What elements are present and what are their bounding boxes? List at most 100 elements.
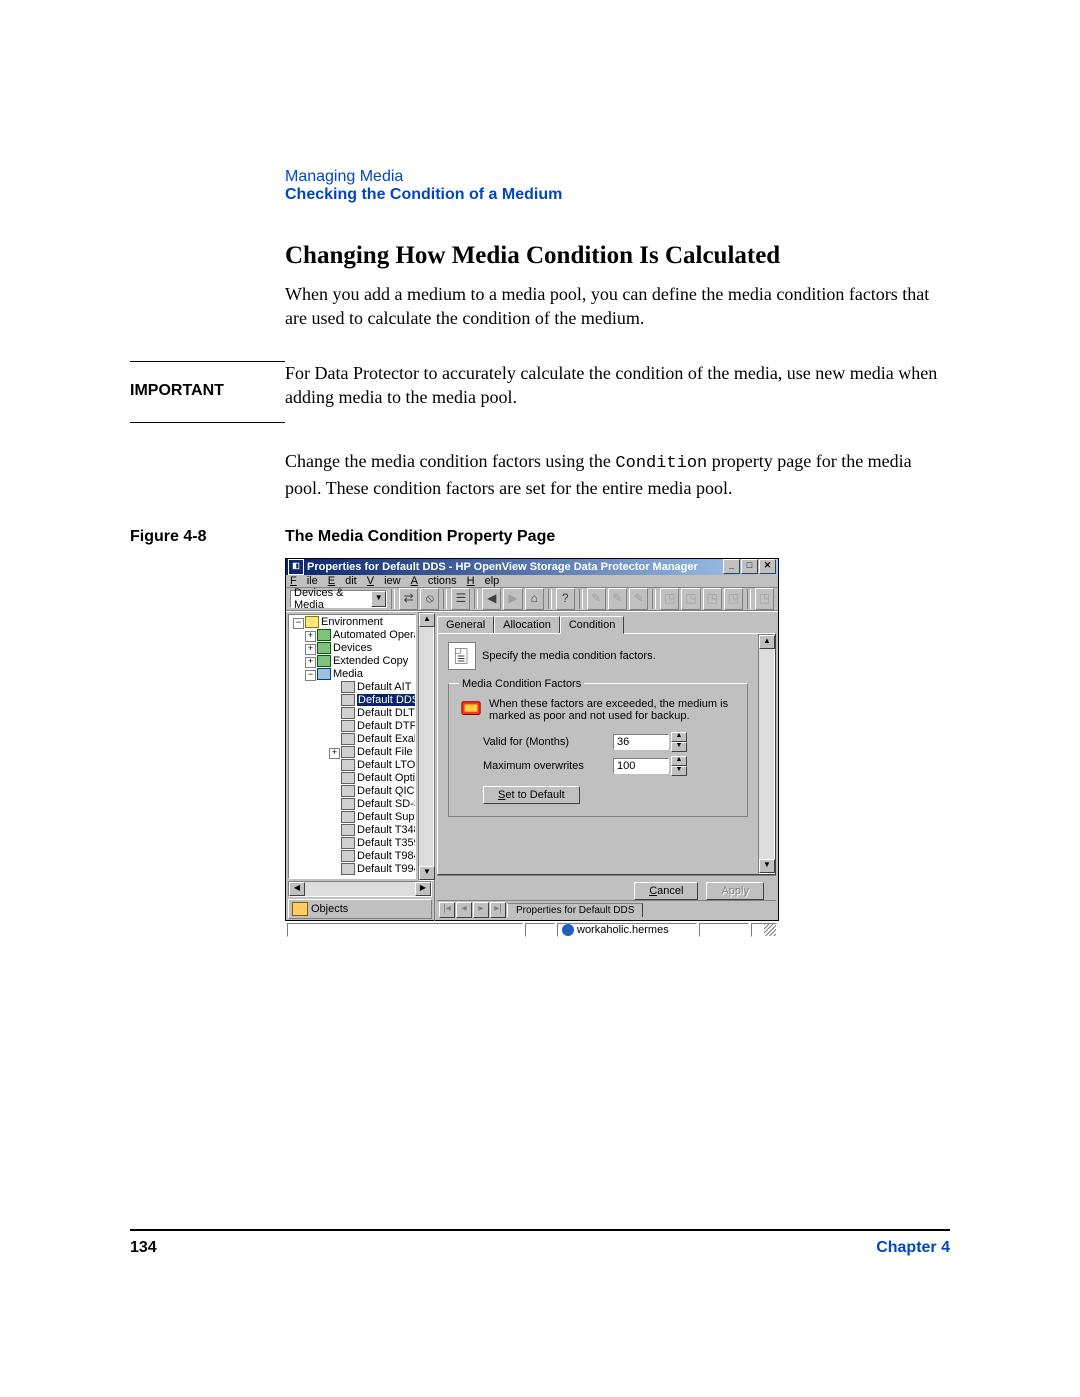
tree-vscroll[interactable]: ▲ ▼ <box>418 612 434 881</box>
nav-next-icon[interactable]: ▸ <box>473 902 489 918</box>
tree-leaf[interactable]: Default LTO-Ultrium <box>327 759 413 772</box>
cancel-button[interactable]: Cancel <box>634 882 698 900</box>
valid-for-input[interactable] <box>613 734 669 750</box>
tree-item[interactable]: Automated Operations <box>303 629 413 642</box>
minimize-button[interactable]: _ <box>723 559 740 574</box>
tab-allocation[interactable]: Allocation <box>494 616 560 634</box>
toolbar-back-icon[interactable]: ◀ <box>482 588 501 610</box>
note-icon <box>448 642 476 670</box>
tape-icon <box>341 824 355 836</box>
set-to-default-button[interactable]: Set to Default <box>483 786 580 804</box>
tree-leaf[interactable]: Default AIT <box>327 681 413 694</box>
tape-icon <box>341 863 355 875</box>
status-host: workaholic.hermes <box>557 923 697 937</box>
tree[interactable]: Environment Automated Operations Devices… <box>288 614 416 879</box>
maximize-button[interactable]: □ <box>741 559 758 574</box>
toolbar-icon-h[interactable]: ◳ <box>755 588 774 610</box>
toolbar-connect-icon[interactable]: ⇄ <box>399 588 418 610</box>
tree-item[interactable]: Devices <box>303 642 413 655</box>
menu-help[interactable]: Help <box>467 575 500 587</box>
scroll-right-icon[interactable]: ▶ <box>415 882 431 896</box>
tree-leaf[interactable]: Default T3590 <box>327 837 413 850</box>
context-selector[interactable]: Devices & Media ▼ <box>290 590 387 608</box>
nav-last-icon[interactable]: ▸| <box>490 902 506 918</box>
bottom-tabs: |◂ ◂ ▸ ▸| Properties for Default DDS <box>437 900 776 919</box>
menu-actions[interactable]: Actions <box>411 575 457 587</box>
tree-leaf[interactable]: Default T9940 <box>327 863 413 876</box>
page-subtitle: Checking the Condition of a Medium <box>285 186 950 204</box>
status-sep <box>525 923 555 937</box>
tree-item[interactable]: Extended Copy <box>303 655 413 668</box>
tree-item-media[interactable]: Media <box>303 668 413 681</box>
tree-pane: Environment Automated Operations Devices… <box>286 612 435 921</box>
scroll-up-icon[interactable]: ▲ <box>419 613 435 627</box>
tab-condition[interactable]: Condition <box>560 616 624 634</box>
toolbar: Devices & Media ▼ ⇄ ⦸ ☰ ◀ ▶ ⌂ ? ✎ ✎ ✎ ◳ … <box>286 588 778 611</box>
objects-icon <box>292 902 308 916</box>
specify-text: Specify the media condition factors. <box>482 650 656 662</box>
warning-icon <box>459 698 483 720</box>
tab-general[interactable]: General <box>437 616 494 634</box>
toolbar-icon-e[interactable]: ◳ <box>681 588 700 610</box>
device-icon <box>317 642 331 654</box>
copy-icon <box>317 655 331 667</box>
titlebar[interactable]: ◧ Properties for Default DDS - HP OpenVi… <box>286 559 778 575</box>
chevron-down-icon[interactable]: ▼ <box>371 591 386 607</box>
tree-leaf[interactable]: Default Optical <box>327 772 413 785</box>
scroll-down-icon[interactable]: ▼ <box>419 866 435 880</box>
toolbar-stop-icon[interactable]: ⦸ <box>420 588 439 610</box>
status-left <box>287 923 523 937</box>
menu-edit[interactable]: Edit <box>328 575 357 587</box>
toolbar-icon-f[interactable]: ◳ <box>703 588 722 610</box>
nav-first-icon[interactable]: |◂ <box>439 902 455 918</box>
apply-button[interactable]: Apply <box>706 882 764 900</box>
status-blank <box>699 923 749 937</box>
spin-up-icon[interactable]: ▲ <box>671 756 687 766</box>
scroll-down-icon[interactable]: ▼ <box>759 859 775 873</box>
groupbox-legend: Media Condition Factors <box>459 678 584 690</box>
spin-down-icon[interactable]: ▼ <box>671 742 687 752</box>
app-icon: ◧ <box>288 559 304 575</box>
media-icon <box>317 668 331 680</box>
tree-hscroll[interactable]: ◀ ▶ <box>288 881 432 897</box>
tree-leaf[interactable]: Default File <box>327 746 413 759</box>
toolbar-icon-d[interactable]: ◳ <box>660 588 679 610</box>
toolbar-icon-g[interactable]: ◳ <box>724 588 743 610</box>
resize-grip-icon[interactable] <box>751 923 777 937</box>
globe-icon <box>562 924 574 936</box>
toolbar-icon-c[interactable]: ✎ <box>629 588 648 610</box>
menu-view[interactable]: View <box>367 575 401 587</box>
tree-leaf[interactable]: Default SD-3 <box>327 798 413 811</box>
menu-file[interactable]: File <box>290 575 318 587</box>
code-condition: Condition <box>615 454 707 473</box>
toolbar-icon-b[interactable]: ✎ <box>608 588 627 610</box>
max-overwrites-input[interactable] <box>613 758 669 774</box>
scroll-up-icon[interactable]: ▲ <box>759 635 775 649</box>
bottom-tab[interactable]: Properties for Default DDS <box>507 903 643 917</box>
toolbar-home-icon[interactable]: ⌂ <box>525 588 544 610</box>
toolbar-help-icon[interactable]: ? <box>556 588 575 610</box>
tree-root[interactable]: Environment <box>291 616 413 629</box>
tree-leaf[interactable]: Default T9840 <box>327 850 413 863</box>
toolbar-icon-a[interactable]: ✎ <box>587 588 606 610</box>
tree-leaf[interactable]: Default DTF <box>327 720 413 733</box>
spin-down-icon[interactable]: ▼ <box>671 766 687 776</box>
objects-tab[interactable]: Objects <box>288 899 432 919</box>
tape-icon <box>341 681 355 693</box>
tape-icon <box>341 759 355 771</box>
spin-up-icon[interactable]: ▲ <box>671 732 687 742</box>
tree-leaf-selected[interactable]: Default DDS <box>327 694 413 707</box>
tape-icon <box>341 720 355 732</box>
tree-leaf[interactable]: Default T3480/T4890 <box>327 824 413 837</box>
tree-leaf[interactable]: Default SuperDLT <box>327 811 413 824</box>
scroll-left-icon[interactable]: ◀ <box>289 882 305 896</box>
nav-prev-icon[interactable]: ◂ <box>456 902 472 918</box>
tree-leaf[interactable]: Default Exabyte <box>327 733 413 746</box>
close-button[interactable]: ✕ <box>759 559 776 574</box>
tree-leaf[interactable]: Default DLT <box>327 707 413 720</box>
page-vscroll[interactable]: ▲ ▼ <box>758 634 775 874</box>
toolbar-list-icon[interactable]: ☰ <box>451 588 470 610</box>
tape-icon <box>341 733 355 745</box>
tree-leaf[interactable]: Default QIC <box>327 785 413 798</box>
toolbar-fwd-icon[interactable]: ▶ <box>503 588 522 610</box>
